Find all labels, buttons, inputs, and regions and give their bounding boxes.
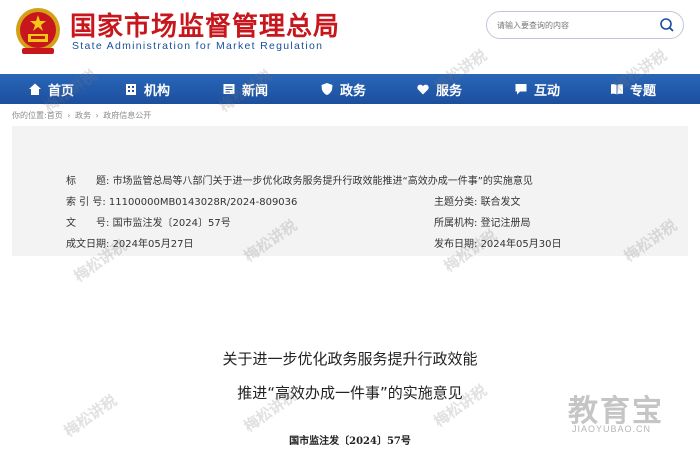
brand-watermark-url: JIAOYUBAO.CN — [572, 424, 652, 434]
breadcrumb-government-affairs[interactable]: 政务 — [75, 111, 91, 120]
meta-category-value: 联合发文 — [480, 197, 521, 208]
nav-label: 互动 — [534, 83, 561, 99]
main-nav: 首页 机构 新闻 政务 服务 互动 专题 — [0, 74, 700, 104]
meta-publish-value: 2024年05月30日 — [480, 239, 562, 250]
nav-government-affairs[interactable]: 政务 — [320, 74, 366, 104]
meta-date-row: 成文日期: 2024年05月27日 — [66, 235, 193, 250]
nav-label: 新闻 — [242, 83, 269, 99]
site-title[interactable]: 国家市场监督管理总局 — [70, 6, 340, 43]
newspaper-icon — [222, 82, 236, 96]
document-number: 国市监注发〔2024〕57号 — [289, 436, 411, 447]
heart-icon — [416, 82, 430, 96]
meta-index-row: 索 引 号: 11100000MB0143028R/2024-809036 — [66, 193, 297, 208]
meta-date-label: 成文日期: — [66, 239, 110, 250]
breadcrumb: 你的位置:首页 › 政务 › 政府信息公开 — [12, 110, 153, 121]
meta-org-label: 所属机构: — [434, 218, 478, 229]
nav-label: 首页 — [48, 83, 75, 99]
breadcrumb-separator: › — [67, 111, 71, 120]
breadcrumb-info-disclosure[interactable]: 政府信息公开 — [103, 111, 151, 120]
search-input[interactable] — [497, 16, 657, 34]
home-icon — [28, 82, 42, 96]
search-icon[interactable] — [659, 17, 675, 33]
meta-publish-label: 发布日期: — [434, 239, 478, 250]
chat-icon — [514, 82, 528, 96]
meta-title-value: 市场监管总局等八部门关于进一步优化政务服务提升行政效能推进“高效办成一件事”的实… — [112, 176, 533, 187]
nav-services[interactable]: 服务 — [416, 74, 462, 104]
meta-publish-row: 发布日期: 2024年05月30日 — [434, 235, 561, 250]
nav-news[interactable]: 新闻 — [222, 74, 268, 104]
breadcrumb-home[interactable]: 你的位置:首页 — [12, 111, 63, 120]
nav-home[interactable]: 首页 — [28, 74, 74, 104]
meta-org-row: 所属机构: 登记注册局 — [434, 214, 531, 229]
book-icon — [610, 82, 624, 96]
nav-topics[interactable]: 专题 — [610, 74, 656, 104]
site-subtitle: State Administration for Market Regulati… — [72, 40, 324, 52]
meta-docno-value: 国市监注发〔2024〕57号 — [112, 218, 231, 229]
nav-interaction[interactable]: 互动 — [514, 74, 560, 104]
meta-org-value: 登记注册局 — [480, 218, 531, 229]
nav-label: 机构 — [144, 83, 171, 99]
meta-category-label: 主题分类: — [434, 197, 478, 208]
meta-docno-row: 文 号: 国市监注发〔2024〕57号 — [66, 214, 231, 229]
document-meta-panel: 标 题: 市场监管总局等八部门关于进一步优化政务服务提升行政效能推进“高效办成一… — [12, 126, 688, 256]
nav-label: 专题 — [630, 83, 657, 99]
meta-category-row: 主题分类: 联合发文 — [434, 193, 521, 208]
nav-label: 服务 — [436, 83, 463, 99]
nav-label: 政务 — [340, 83, 367, 99]
national-emblem-icon — [14, 6, 62, 56]
building-icon — [124, 82, 138, 96]
meta-index-value: 11100000MB0143028R/2024-809036 — [108, 197, 298, 208]
site-header: 国家市场监督管理总局 State Administration for Mark… — [0, 0, 700, 70]
meta-docno-label: 文 号: — [66, 218, 110, 229]
meta-title-label: 标 题: — [66, 176, 110, 187]
meta-date-value: 2024年05月27日 — [112, 239, 194, 250]
document-title-line1: 关于进一步优化政务服务提升行政效能 — [222, 350, 478, 368]
shield-icon — [320, 82, 334, 96]
search-box — [486, 11, 684, 39]
nav-organization[interactable]: 机构 — [124, 74, 170, 104]
meta-index-label: 索 引 号: — [66, 197, 106, 208]
meta-title-row: 标 题: 市场监管总局等八部门关于进一步优化政务服务提升行政效能推进“高效办成一… — [66, 172, 533, 187]
breadcrumb-separator: › — [95, 111, 99, 120]
